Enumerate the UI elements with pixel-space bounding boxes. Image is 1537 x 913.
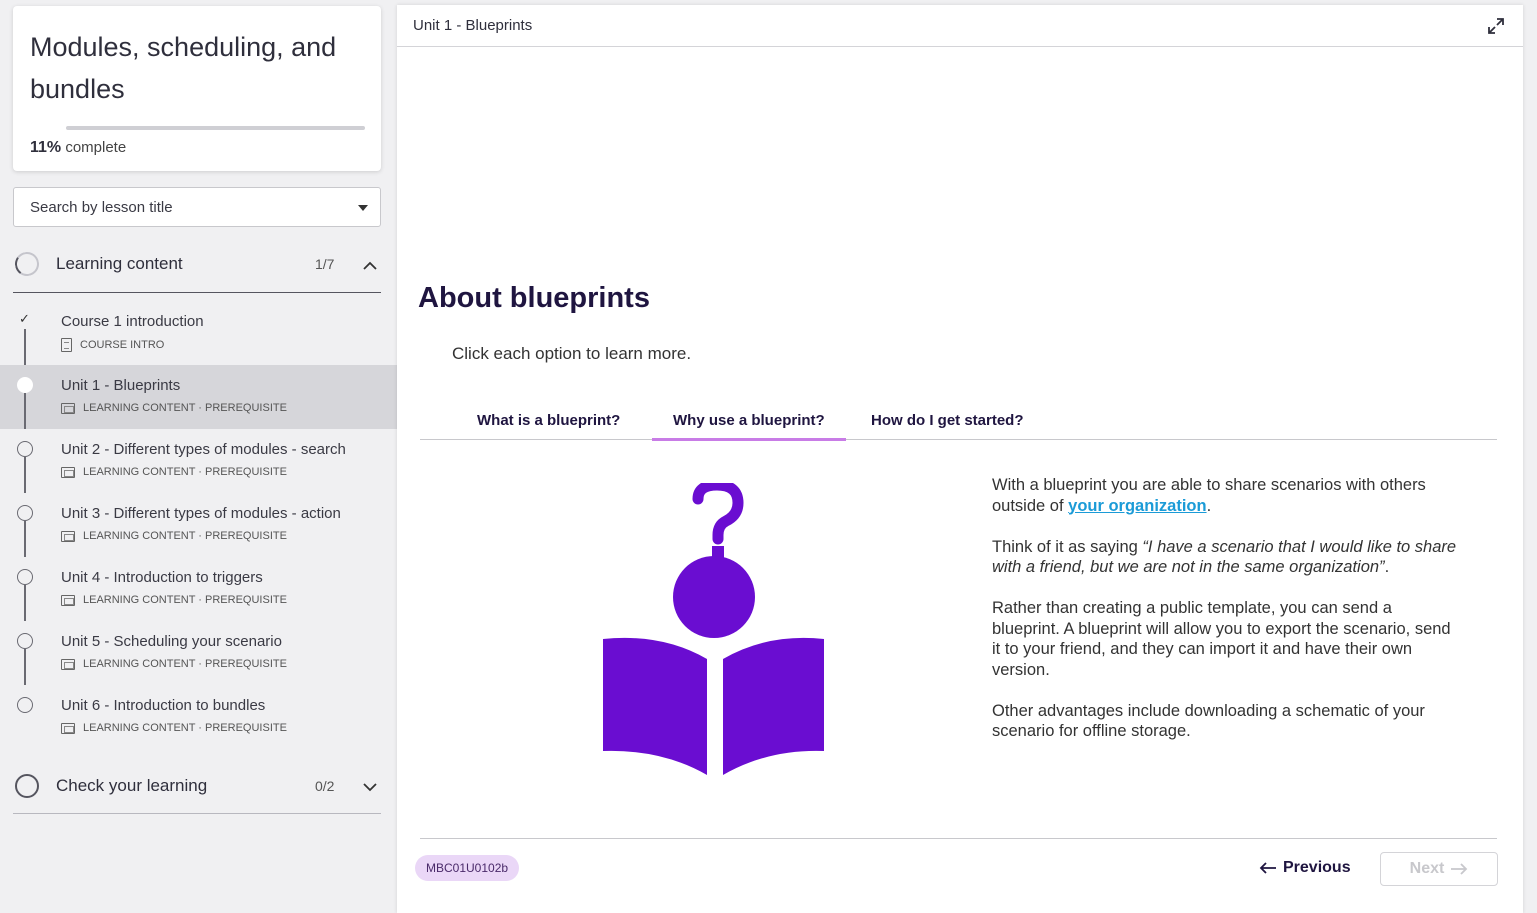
lesson-meta-text: LEARNING CONTENT · PREREQUISITE bbox=[83, 530, 287, 542]
chevron-up-icon[interactable] bbox=[363, 258, 377, 273]
lesson-meta-text: LEARNING CONTENT · PREREQUISITE bbox=[83, 658, 287, 670]
lesson-item-unit-4[interactable]: Unit 4 - Introduction to triggers LEARNI… bbox=[0, 557, 397, 621]
lesson-screen-icon bbox=[61, 722, 75, 734]
lesson-meta-text: COURSE INTRO bbox=[80, 339, 165, 351]
lesson-meta: LEARNING CONTENT · PREREQUISITE bbox=[61, 658, 287, 670]
progress-text: 11% complete bbox=[30, 139, 126, 157]
lesson-item-unit-1[interactable]: Unit 1 - Blueprints LEARNING CONTENT · P… bbox=[0, 365, 397, 429]
paragraph-4: Other advantages include downloading a s… bbox=[992, 701, 1425, 741]
progress-suffix: complete bbox=[65, 139, 127, 156]
lesson-connector bbox=[24, 521, 26, 557]
arrow-right-icon bbox=[1451, 863, 1468, 875]
lesson-title: Unit 5 - Scheduling your scenario bbox=[61, 633, 282, 650]
section-count: 0/2 bbox=[315, 778, 335, 794]
lesson-meta: LEARNING CONTENT · PREREQUISITE bbox=[61, 722, 287, 734]
paragraph-3: Rather than creating a public template, … bbox=[992, 599, 1451, 679]
lesson-connector bbox=[24, 393, 26, 429]
progress-percent: 11% bbox=[30, 139, 62, 156]
lesson-title: Unit 4 - Introduction to triggers bbox=[61, 569, 263, 586]
lesson-connector bbox=[24, 649, 26, 685]
lesson-meta-text: LEARNING CONTENT · PREREQUISITE bbox=[83, 594, 287, 606]
section-learning-content[interactable]: Learning content 1/7 bbox=[13, 240, 381, 288]
next-button[interactable]: Next bbox=[1380, 852, 1498, 886]
tab-how-do-i-get-started[interactable]: How do I get started? bbox=[871, 412, 1024, 429]
section-label: Check your learning bbox=[56, 776, 208, 795]
lesson-title: Unit 6 - Introduction to bundles bbox=[61, 697, 266, 714]
lesson-title: Unit 3 - Different types of modules - ac… bbox=[61, 505, 341, 522]
lesson-connector bbox=[24, 585, 26, 621]
lesson-item-unit-3[interactable]: Unit 3 - Different types of modules - ac… bbox=[0, 493, 397, 557]
document-icon bbox=[61, 338, 72, 352]
course-title: Modules, scheduling, and bundles bbox=[30, 32, 337, 104]
section-divider bbox=[13, 813, 381, 814]
lesson-screen-icon bbox=[61, 402, 75, 414]
lesson-meta-text: LEARNING CONTENT · PREREQUISITE bbox=[83, 722, 287, 734]
lesson-meta-text: LEARNING CONTENT · PREREQUISITE bbox=[83, 466, 287, 478]
lesson-item-unit-5[interactable]: Unit 5 - Scheduling your scenario LEARNI… bbox=[0, 621, 397, 685]
dropdown-caret-icon bbox=[358, 205, 368, 211]
checkmark-icon: ✓ bbox=[19, 311, 30, 326]
lesson-screen-icon bbox=[61, 530, 75, 542]
lesson-content-panel: Unit 1 - Blueprints About blueprints Cli… bbox=[397, 5, 1523, 913]
tab-what-is-a-blueprint[interactable]: What is a blueprint? bbox=[477, 412, 620, 429]
lesson-item-unit-2[interactable]: Unit 2 - Different types of modules - se… bbox=[0, 429, 397, 493]
lesson-status-dot bbox=[17, 441, 33, 457]
lesson-connector bbox=[24, 329, 26, 365]
lesson-code-badge: MBC01U0102b bbox=[415, 855, 520, 881]
section-progress-ring-icon bbox=[13, 250, 41, 278]
lesson-list: ✓ Course 1 introduction COURSE INTRO Uni… bbox=[0, 301, 397, 749]
question-reader-icon bbox=[603, 479, 824, 775]
footer-divider bbox=[420, 838, 1497, 839]
tab-bar: What is a blueprint? Why use a blueprint… bbox=[420, 400, 1497, 441]
lesson-search-placeholder: Search by lesson title bbox=[30, 199, 173, 216]
paragraph-2: Think of it as saying “I have a scenario… bbox=[992, 537, 1457, 577]
lesson-search-select[interactable]: Search by lesson title bbox=[13, 187, 381, 227]
next-label: Next bbox=[1409, 860, 1445, 877]
lesson-meta-text: LEARNING CONTENT · PREREQUISITE bbox=[83, 402, 287, 414]
section-divider bbox=[13, 292, 381, 293]
lesson-connector bbox=[24, 457, 26, 493]
course-summary-card: Modules, scheduling, and bundles 11% com… bbox=[13, 6, 381, 171]
lesson-item-unit-6[interactable]: Unit 6 - Introduction to bundles LEARNIN… bbox=[0, 685, 397, 749]
lesson-meta: LEARNING CONTENT · PREREQUISITE bbox=[61, 530, 287, 542]
lesson-screen-icon bbox=[61, 594, 75, 606]
arrow-left-icon bbox=[1259, 862, 1276, 874]
lesson-item-course-intro[interactable]: ✓ Course 1 introduction COURSE INTRO bbox=[0, 301, 397, 365]
lesson-status-dot bbox=[17, 569, 33, 585]
lesson-meta: LEARNING CONTENT · PREREQUISITE bbox=[61, 594, 287, 606]
section-count: 1/7 bbox=[315, 256, 335, 272]
course-progress-bar bbox=[66, 126, 365, 130]
lesson-header: Unit 1 - Blueprints bbox=[397, 5, 1523, 47]
lesson-title: Unit 2 - Different types of modules - se… bbox=[61, 441, 346, 458]
section-label: Learning content bbox=[56, 254, 183, 273]
breadcrumb: Unit 1 - Blueprints bbox=[413, 17, 533, 34]
course-sidebar: Modules, scheduling, and bundles 11% com… bbox=[0, 0, 397, 913]
lesson-status-dot bbox=[17, 377, 33, 393]
instruction-text: Click each option to learn more. bbox=[452, 344, 692, 363]
your-organization-link[interactable]: your organization bbox=[1068, 497, 1206, 515]
reading-person-illustration bbox=[602, 479, 827, 775]
tab-why-use-a-blueprint[interactable]: Why use a blueprint? bbox=[652, 412, 846, 441]
lesson-title: Unit 1 - Blueprints bbox=[61, 377, 181, 394]
lesson-title: Course 1 introduction bbox=[61, 313, 204, 330]
tab-panel-content: With a blueprint you are able to share s… bbox=[992, 475, 1462, 762]
lesson-meta: COURSE INTRO bbox=[61, 338, 164, 352]
chevron-down-icon[interactable] bbox=[363, 780, 377, 795]
previous-button[interactable]: Previous bbox=[1259, 859, 1351, 877]
previous-label: Previous bbox=[1283, 859, 1351, 876]
lesson-status-dot bbox=[17, 697, 33, 713]
lesson-meta: LEARNING CONTENT · PREREQUISITE bbox=[61, 466, 287, 478]
lesson-meta: LEARNING CONTENT · PREREQUISITE bbox=[61, 402, 287, 414]
section-progress-ring-icon bbox=[15, 774, 39, 798]
page-title: About blueprints bbox=[418, 282, 650, 314]
lesson-screen-icon bbox=[61, 466, 75, 478]
paragraph-1: With a blueprint you are able to share s… bbox=[992, 476, 1426, 515]
expand-icon[interactable] bbox=[1487, 17, 1505, 35]
lesson-status-dot bbox=[17, 633, 33, 649]
section-check-your-learning[interactable]: Check your learning 0/2 bbox=[13, 762, 381, 810]
lesson-screen-icon bbox=[61, 658, 75, 670]
lesson-status-dot bbox=[17, 505, 33, 521]
